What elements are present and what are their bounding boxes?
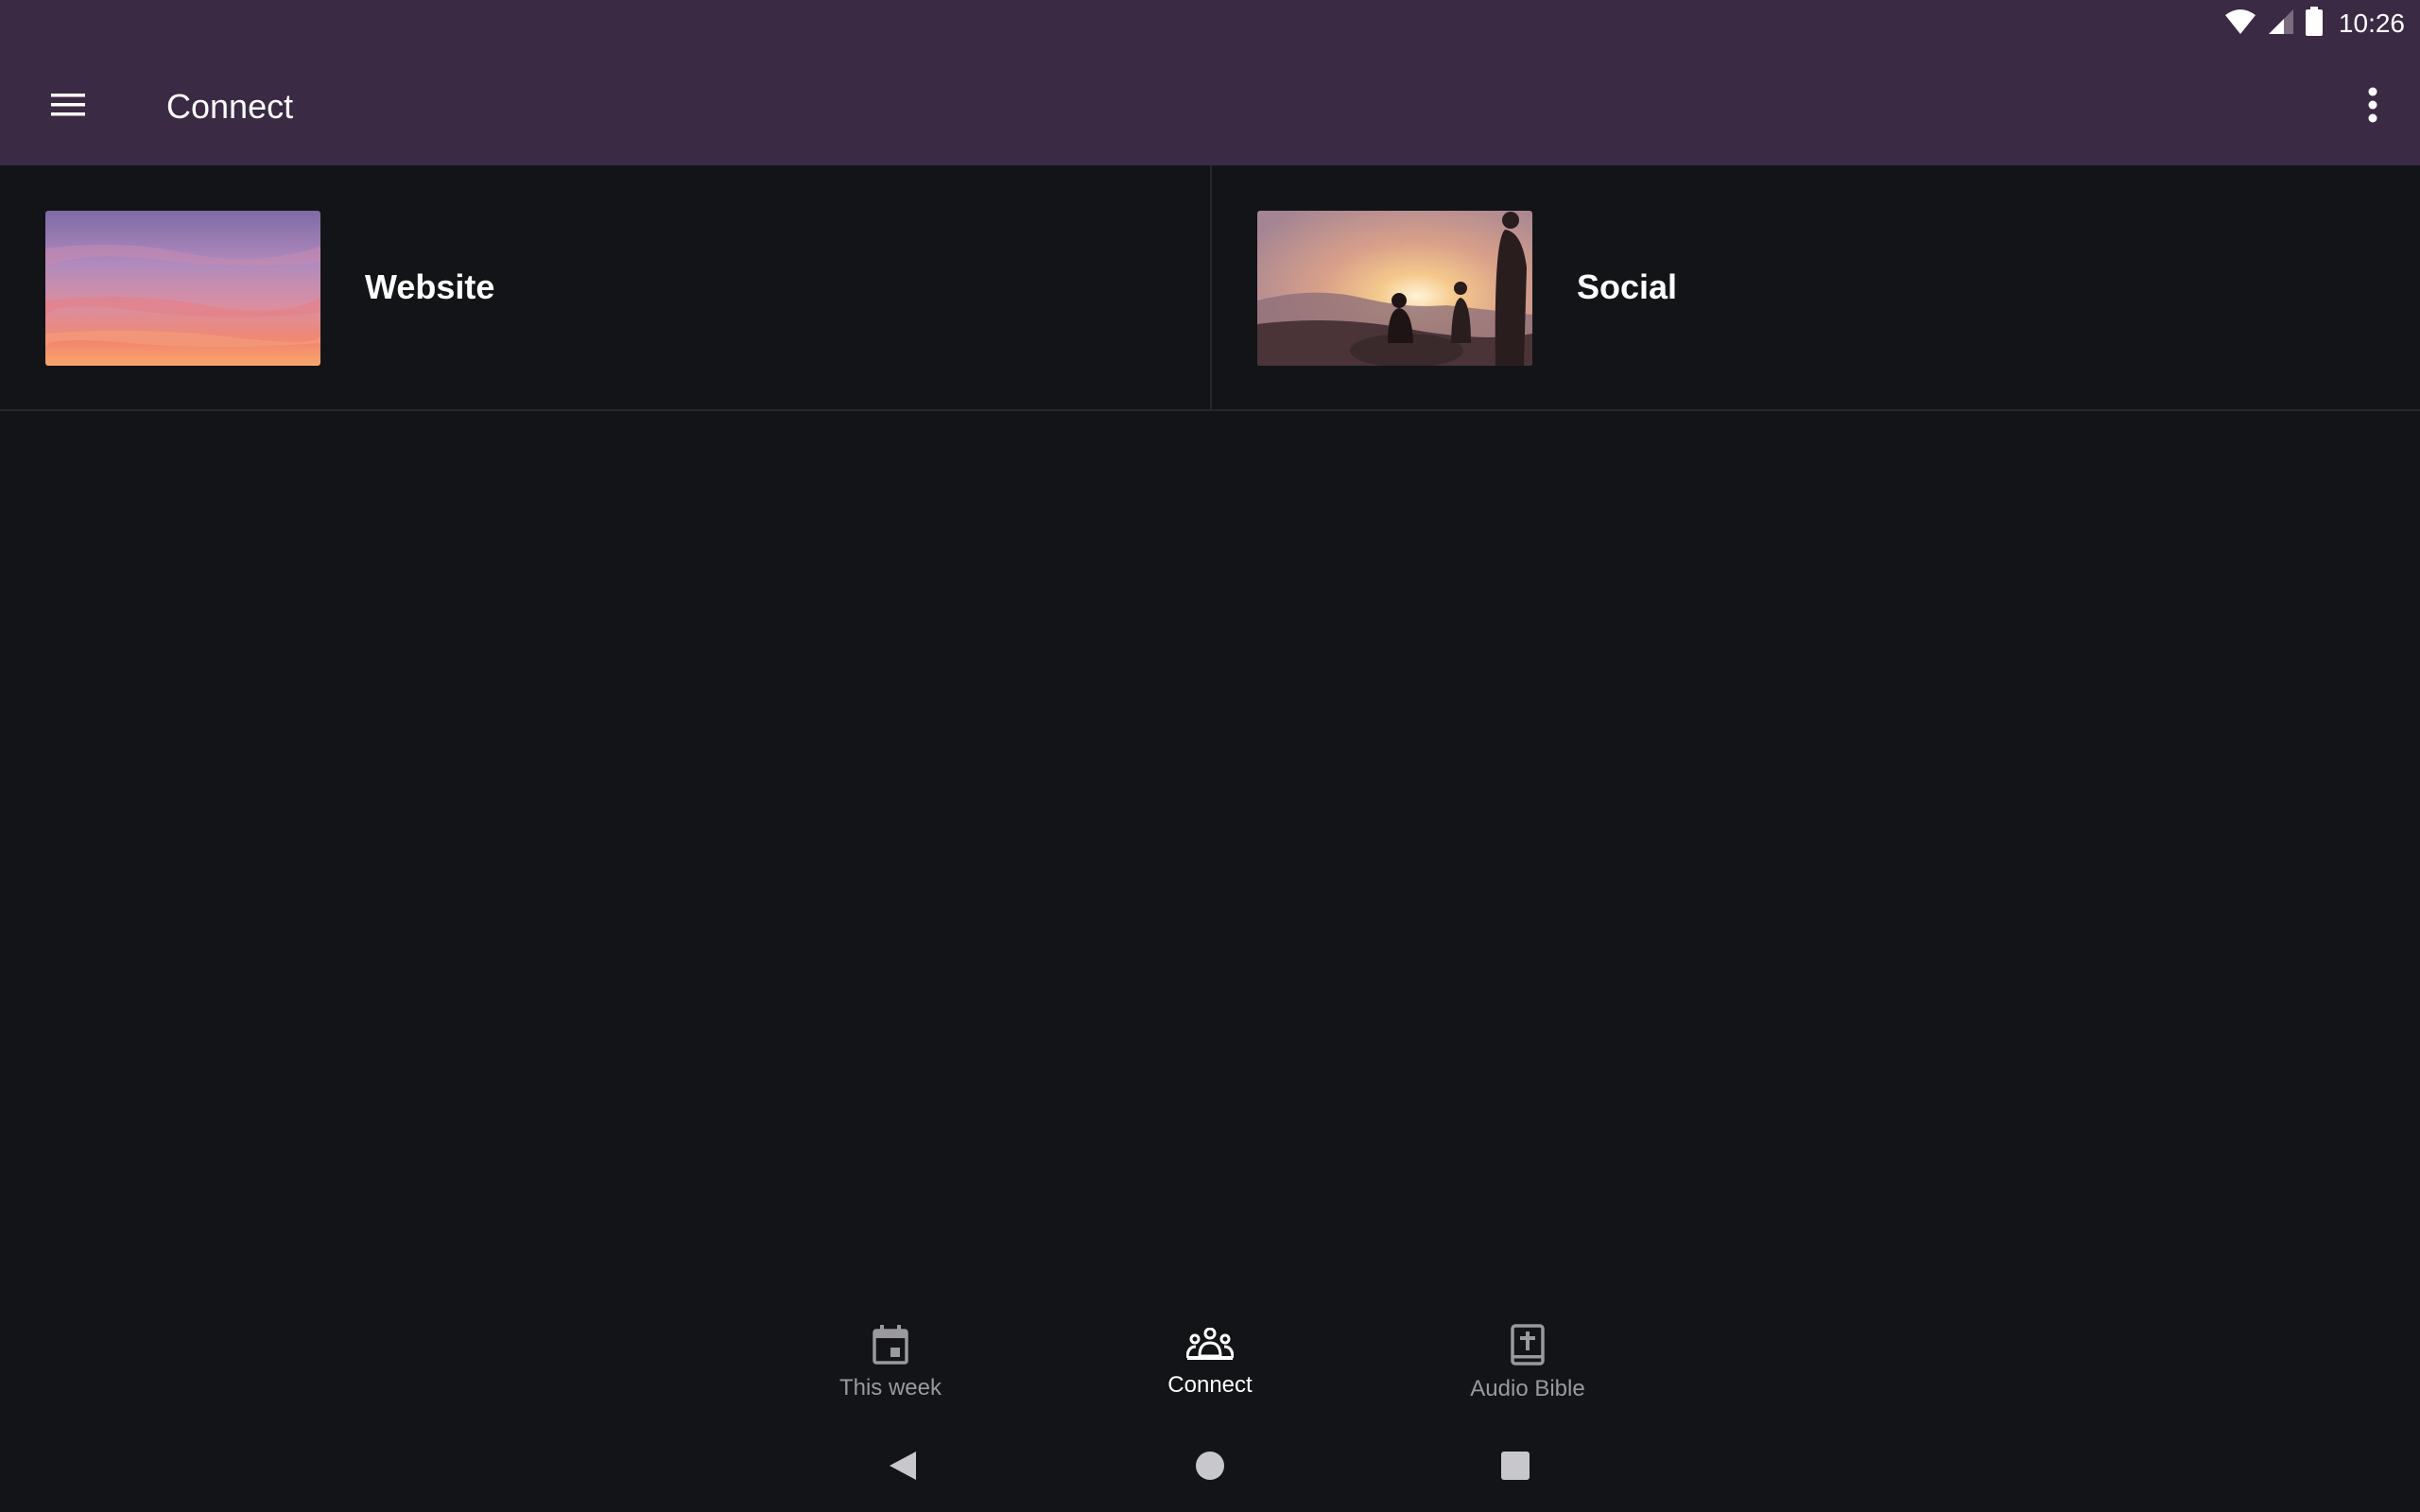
system-recents-button[interactable] bbox=[1492, 1444, 1539, 1491]
tile-label: Social bbox=[1577, 267, 1678, 306]
back-icon bbox=[888, 1450, 918, 1486]
page-title: Connect bbox=[166, 87, 294, 126]
nav-item-audio-bible[interactable]: Audio Bible bbox=[1414, 1309, 1641, 1418]
nav-item-connect[interactable]: Connect bbox=[1097, 1309, 1323, 1418]
nav-item-this-week[interactable]: This week bbox=[777, 1309, 1004, 1418]
wifi-icon bbox=[2223, 8, 2257, 41]
app-screen: 10:26 Connect Website Social This week C… bbox=[0, 0, 2420, 1512]
app-bar: Connect bbox=[0, 47, 2420, 165]
connect-tile-grid: Website Social bbox=[0, 165, 2420, 411]
calendar-icon bbox=[872, 1325, 909, 1369]
groups-icon bbox=[1185, 1327, 1235, 1366]
system-back-button[interactable] bbox=[879, 1444, 926, 1491]
system-home-button[interactable] bbox=[1186, 1444, 1234, 1491]
tile-website[interactable]: Website bbox=[0, 165, 1210, 411]
nav-label: This week bbox=[838, 1375, 942, 1400]
cell-signal-icon bbox=[2267, 8, 2295, 41]
recents-icon bbox=[1500, 1451, 1530, 1486]
bottom-navigation: This week Connect Audio Bible bbox=[0, 1309, 2420, 1418]
nav-label: Audio Bible bbox=[1470, 1376, 1585, 1401]
battery-icon bbox=[2305, 6, 2324, 42]
nav-label: Connect bbox=[1167, 1372, 1253, 1398]
system-navigation-bar bbox=[0, 1418, 2420, 1512]
status-bar: 10:26 bbox=[0, 0, 2420, 47]
home-icon bbox=[1195, 1451, 1225, 1486]
sunset-sky-photo bbox=[45, 211, 320, 366]
bible-icon bbox=[1510, 1324, 1546, 1370]
status-time: 10:26 bbox=[2338, 9, 2405, 38]
tile-label: Website bbox=[365, 267, 495, 306]
hamburger-menu-icon bbox=[49, 91, 87, 124]
more-vert-icon bbox=[2367, 87, 2378, 128]
navigation-menu-button[interactable] bbox=[38, 80, 98, 133]
tile-social[interactable]: Social bbox=[1210, 165, 2420, 411]
hikers-at-sunset-photo bbox=[1257, 211, 1532, 366]
overflow-menu-button[interactable] bbox=[2354, 80, 2392, 133]
